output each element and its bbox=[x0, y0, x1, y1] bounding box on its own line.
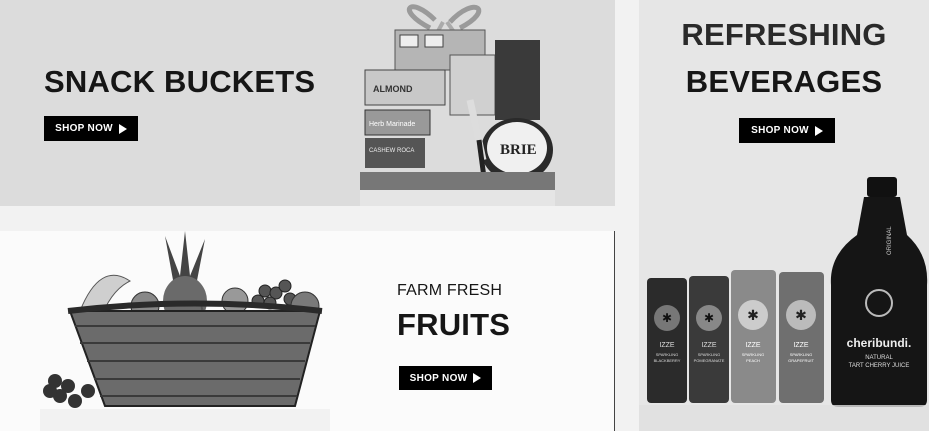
izze-can-pomegranate: ✱ IZZE SPARKLING POMEGRANATE bbox=[689, 276, 729, 403]
izze-can-blackberry: ✱ IZZE SPARKLING BLACKBERRY bbox=[647, 278, 687, 403]
svg-text:SPARKLING: SPARKLING bbox=[742, 352, 765, 357]
svg-text:✱: ✱ bbox=[795, 307, 807, 323]
play-arrow-icon bbox=[814, 125, 823, 136]
shop-now-label: SHOP NOW bbox=[55, 123, 113, 134]
svg-text:cheribundi.: cheribundi. bbox=[847, 336, 912, 350]
svg-text:Herb Marinade: Herb Marinade bbox=[369, 121, 415, 128]
svg-text:SPARKLING: SPARKLING bbox=[790, 352, 813, 357]
fruits-kicker: FARM FRESH bbox=[397, 282, 503, 299]
snack-buckets-title: SNACK BUCKETS bbox=[44, 64, 316, 99]
snack-gift-box-image: ALMOND Herb Marinade CASHEW ROCA BRIE bbox=[360, 4, 555, 206]
svg-text:BRIE: BRIE bbox=[500, 142, 537, 158]
svg-text:SPARKLING: SPARKLING bbox=[698, 352, 721, 357]
beverages-shop-now-button[interactable]: SHOP NOW bbox=[739, 118, 835, 143]
play-arrow-icon bbox=[473, 373, 482, 383]
izze-can-peach: ✱ IZZE SPARKLING PEACH bbox=[731, 270, 776, 403]
svg-text:GRAPEFRUIT: GRAPEFRUIT bbox=[788, 358, 814, 363]
beverages-banner[interactable]: REFRESHING BEVERAGES SHOP NOW ✱ IZZE SPA… bbox=[639, 0, 929, 431]
snack-buckets-banner[interactable]: SNACK BUCKETS SHOP NOW ALMOND Herb Marin… bbox=[0, 0, 615, 206]
beverages-title-line1: REFRESHING bbox=[681, 17, 887, 52]
svg-text:✱: ✱ bbox=[662, 311, 672, 325]
izze-can-grapefruit: ✱ IZZE SPARKLING GRAPEFRUIT bbox=[779, 272, 824, 403]
svg-text:POMEGRANATE: POMEGRANATE bbox=[694, 358, 725, 363]
fruit-basket-image bbox=[40, 231, 330, 431]
beverages-image: ✱ IZZE SPARKLING BLACKBERRY ✱ IZZE SPARK… bbox=[639, 177, 929, 431]
svg-text:✱: ✱ bbox=[747, 307, 759, 323]
snack-shop-now-button[interactable]: SHOP NOW bbox=[44, 116, 138, 141]
svg-text:TART CHERRY JUICE: TART CHERRY JUICE bbox=[849, 363, 910, 369]
svg-text:IZZE: IZZE bbox=[793, 342, 808, 349]
svg-text:NATURAL: NATURAL bbox=[865, 355, 893, 361]
svg-text:ORIGINAL: ORIGINAL bbox=[887, 226, 893, 255]
svg-text:BLACKBERRY: BLACKBERRY bbox=[654, 358, 681, 363]
svg-text:✱: ✱ bbox=[704, 311, 714, 325]
svg-text:ALMOND: ALMOND bbox=[373, 84, 413, 94]
svg-text:IZZE: IZZE bbox=[659, 342, 674, 349]
beverages-title-line2: BEVERAGES bbox=[685, 64, 883, 99]
shop-now-label: SHOP NOW bbox=[751, 125, 809, 136]
svg-text:IZZE: IZZE bbox=[701, 342, 716, 349]
cheribundi-bottle: ORIGINAL cheribundi. NATURAL TART CHERRY… bbox=[830, 177, 928, 407]
fruits-title: FRUITS bbox=[397, 307, 511, 342]
fruits-banner[interactable]: FARM FRESH FRUITS SHOP NOW bbox=[0, 231, 615, 431]
svg-text:PEACH: PEACH bbox=[746, 358, 760, 363]
svg-text:CASHEW ROCA: CASHEW ROCA bbox=[369, 148, 414, 154]
shop-now-label: SHOP NOW bbox=[409, 372, 468, 384]
play-arrow-icon bbox=[118, 123, 127, 134]
svg-text:SPARKLING: SPARKLING bbox=[656, 352, 679, 357]
fruits-shop-now-button[interactable]: SHOP NOW bbox=[399, 366, 492, 390]
svg-text:IZZE: IZZE bbox=[745, 342, 760, 349]
